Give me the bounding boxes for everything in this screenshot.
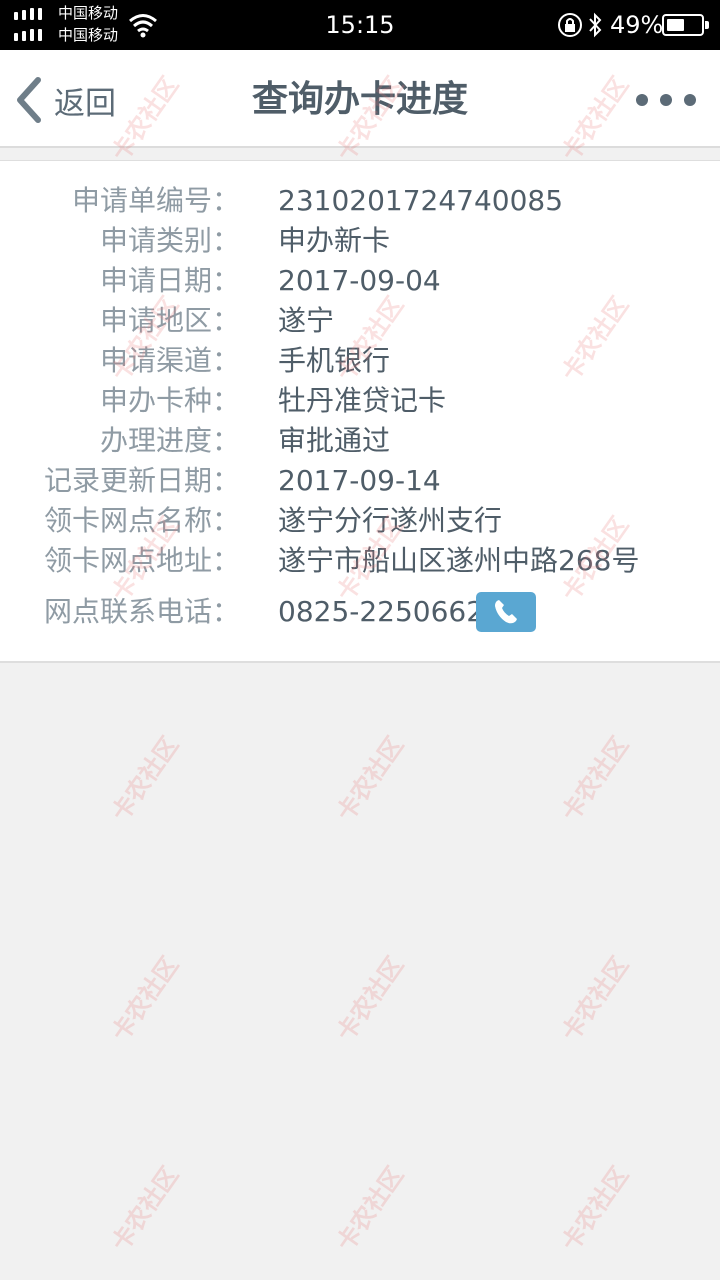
watermark-text: 卡农社区 <box>556 951 635 1047</box>
detail-row-branch-address: 领卡网点地址： 遂宁市船山区遂州中路268号 <box>0 541 720 581</box>
detail-label: 记录更新日期： <box>43 464 240 497</box>
phone-icon <box>495 600 517 624</box>
detail-value: 遂宁分行遂州支行 <box>278 504 503 537</box>
detail-row-application-channel: 申请渠道： 手机银行 <box>0 341 720 381</box>
detail-row-branch-name: 领卡网点名称： 遂宁分行遂州支行 <box>0 501 720 541</box>
application-details-card: 申请单编号： 2310201724740085 申请类别： 申办新卡 申请日期：… <box>0 160 720 663</box>
detail-row-application-date: 申请日期： 2017-09-04 <box>0 261 720 301</box>
detail-row-application-type: 申请类别： 申办新卡 <box>0 221 720 261</box>
detail-value: 申办新卡 <box>278 224 391 257</box>
more-dots-icon <box>660 94 672 106</box>
detail-row-application-number: 申请单编号： 2310201724740085 <box>0 181 720 221</box>
detail-label: 网点联系电话： <box>43 595 240 628</box>
detail-label: 申请日期： <box>99 264 240 297</box>
detail-label: 申请渠道： <box>99 344 240 377</box>
detail-label: 申办卡种： <box>99 384 240 417</box>
watermark-text: 卡农社区 <box>556 731 635 827</box>
detail-row-branch-phone: 网点联系电话： 0825-2250662 <box>0 592 720 632</box>
detail-label: 申请单编号： <box>71 184 240 217</box>
battery-icon <box>662 14 709 36</box>
detail-value: 牡丹准贷记卡 <box>278 384 447 417</box>
watermark-text: 卡农社区 <box>331 1161 410 1257</box>
detail-value: 遂宁市船山区遂州中路268号 <box>278 544 640 577</box>
detail-label: 领卡网点地址： <box>43 544 240 577</box>
bluetooth-icon <box>589 12 602 38</box>
watermark-text: 卡农社区 <box>106 1161 185 1257</box>
detail-value: 2017-09-04 <box>278 264 441 297</box>
rotation-lock-icon <box>558 13 582 37</box>
detail-value: 2310201724740085 <box>278 184 564 217</box>
detail-row-progress: 办理进度： 审批通过 <box>0 421 720 461</box>
watermark-text: 卡农社区 <box>556 1161 635 1257</box>
battery-fill <box>667 19 684 31</box>
call-button[interactable] <box>476 592 536 632</box>
detail-value: 审批通过 <box>278 424 391 457</box>
battery-tip <box>705 21 709 29</box>
detail-label: 申请地区： <box>99 304 240 337</box>
watermark-text: 卡农社区 <box>331 731 410 827</box>
detail-value: 0825-2250662 <box>278 595 485 628</box>
page-title: 查询办卡进度 <box>251 79 468 120</box>
more-dots-icon <box>636 94 648 106</box>
detail-value: 手机银行 <box>278 344 391 377</box>
detail-label: 领卡网点名称： <box>43 504 240 537</box>
detail-row-update-date: 记录更新日期： 2017-09-14 <box>0 461 720 501</box>
detail-value: 遂宁 <box>278 304 335 337</box>
detail-label: 办理进度： <box>99 424 240 457</box>
detail-row-card-type: 申办卡种： 牡丹准贷记卡 <box>0 381 720 421</box>
watermark-text: 卡农社区 <box>106 731 185 827</box>
detail-label: 申请类别： <box>99 224 240 257</box>
detail-value: 2017-09-14 <box>278 464 441 497</box>
nav-bar: 返回 查询办卡进度 <box>0 50 720 148</box>
more-button[interactable] <box>636 90 700 110</box>
detail-row-application-region: 申请地区： 遂宁 <box>0 301 720 341</box>
watermark-text: 卡农社区 <box>331 951 410 1047</box>
status-bar: 中国移动 中国移动 15:15 49% <box>0 0 720 50</box>
battery-percent: 49% <box>610 11 664 39</box>
more-dots-icon <box>684 94 696 106</box>
watermark-text: 卡农社区 <box>106 951 185 1047</box>
